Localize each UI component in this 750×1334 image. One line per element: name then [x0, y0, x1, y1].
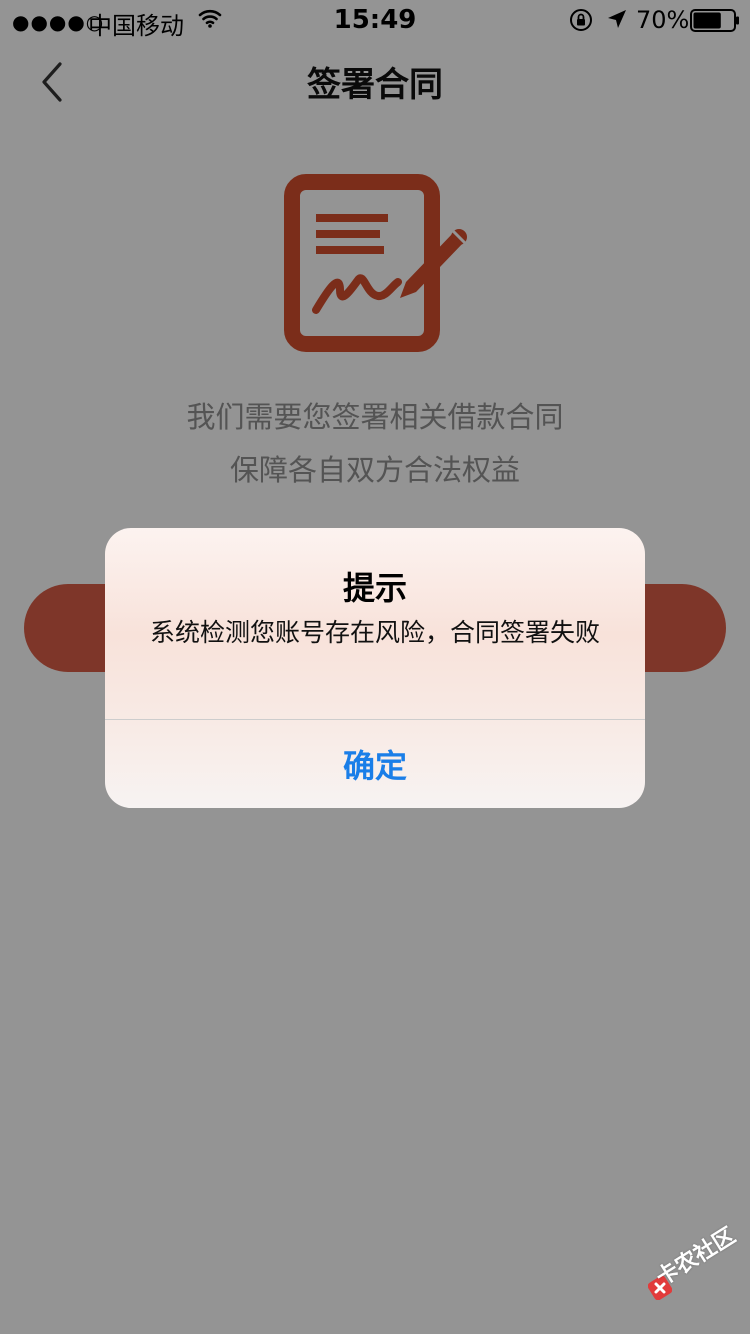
- watermark: 卡农社区: [646, 1223, 742, 1314]
- alert-dialog: 提示 系统检测您账号存在风险，合同签署失败 确定: [105, 528, 645, 808]
- confirm-button[interactable]: 确定: [105, 720, 645, 808]
- alert-message: 系统检测您账号存在风险，合同签署失败: [149, 618, 600, 647]
- alert-title: 提示: [342, 569, 407, 607]
